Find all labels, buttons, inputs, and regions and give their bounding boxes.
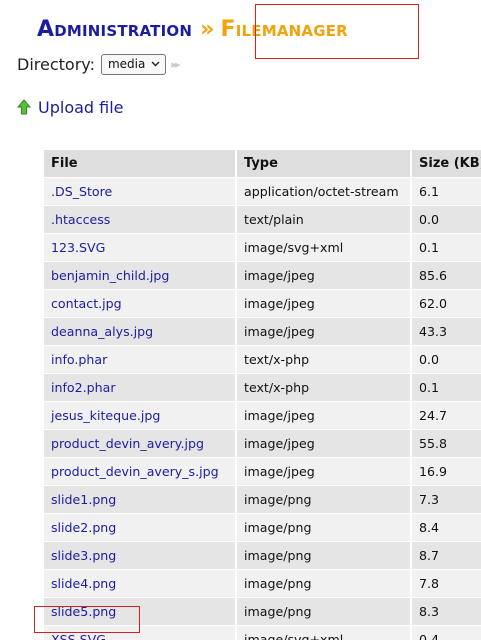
file-type: text/x-php bbox=[235, 373, 411, 402]
annotation-highlight-title bbox=[255, 4, 419, 59]
file-size: 8.3 bbox=[410, 597, 481, 626]
file-name-link[interactable]: 123.SVG bbox=[42, 233, 236, 262]
file-name-link[interactable]: benjamin_child.jpg bbox=[42, 261, 236, 290]
file-type: image/svg+xml bbox=[235, 625, 411, 640]
file-size: 62.0 bbox=[410, 289, 481, 318]
file-size: 8.4 bbox=[410, 513, 481, 542]
table-row: .htaccess text/plain 0.0 bbox=[42, 205, 481, 234]
file-size: 24.7 bbox=[410, 401, 481, 430]
file-type: text/plain bbox=[235, 205, 411, 234]
file-name-link[interactable]: product_devin_avery.jpg bbox=[42, 429, 236, 458]
breadcrumb-administration-link[interactable]: Administration bbox=[37, 17, 192, 42]
upload-arrow-icon bbox=[16, 99, 32, 115]
file-name-link[interactable]: deanna_alys.jpg bbox=[42, 317, 236, 346]
file-table-container: File Type Size (KB) .DS_Store application… bbox=[42, 149, 481, 640]
file-table-body: .DS_Store application/octet-stream 6.1 .hta… bbox=[42, 177, 481, 640]
table-row: jesus_kiteque.jpg image/jpeg 24.7 bbox=[42, 401, 481, 430]
table-row: benjamin_child.jpg image/jpeg 85.6 bbox=[42, 261, 481, 290]
upload-file-link[interactable]: Upload file bbox=[38, 98, 124, 117]
file-size: 16.9 bbox=[410, 457, 481, 486]
file-type: image/svg+xml bbox=[235, 233, 411, 262]
file-type: image/png bbox=[235, 485, 411, 514]
upload-file-row[interactable]: Upload file bbox=[16, 96, 124, 118]
file-size: 0.1 bbox=[410, 233, 481, 262]
file-size: 0.0 bbox=[410, 205, 481, 234]
table-row: slide4.png image/png 7.8 bbox=[42, 569, 481, 598]
table-row: .DS_Store application/octet-stream 6.1 bbox=[42, 177, 481, 206]
file-size: 6.1 bbox=[410, 177, 481, 206]
file-size: 0.4 bbox=[410, 625, 481, 640]
filemanager-page: Administration» Filemanager Directory: me… bbox=[0, 0, 481, 640]
column-header-file[interactable]: File bbox=[42, 149, 236, 178]
file-type: application/octet-stream bbox=[235, 177, 411, 206]
file-name-link[interactable]: info.phar bbox=[42, 345, 236, 374]
file-size: 43.3 bbox=[410, 317, 481, 346]
file-type: image/jpeg bbox=[235, 261, 411, 290]
directory-label: Directory: bbox=[17, 54, 95, 74]
file-type: image/jpeg bbox=[235, 289, 411, 318]
chevron-down-icon bbox=[151, 59, 160, 70]
file-name-link[interactable]: .htaccess bbox=[42, 205, 236, 234]
directory-go-icon[interactable]: ▸▸ bbox=[171, 58, 180, 71]
table-row: slide3.png image/png 8.7 bbox=[42, 541, 481, 570]
file-size: 55.8 bbox=[410, 429, 481, 458]
file-type: text/x-php bbox=[235, 345, 411, 374]
table-row: contact.jpg image/jpeg 62.0 bbox=[42, 289, 481, 318]
file-name-link[interactable]: .DS_Store bbox=[42, 177, 236, 206]
file-type: image/jpeg bbox=[235, 429, 411, 458]
file-table: File Type Size (KB) .DS_Store application… bbox=[42, 149, 481, 640]
file-type: image/png bbox=[235, 513, 411, 542]
directory-select[interactable]: media bbox=[100, 53, 167, 75]
column-header-size[interactable]: Size (KB) bbox=[410, 149, 481, 178]
table-row: product_devin_avery.jpg image/jpeg 55.8 bbox=[42, 429, 481, 458]
directory-selector-row: Directory: media ▸▸ bbox=[17, 53, 180, 75]
file-name-link[interactable]: slide3.png bbox=[42, 541, 236, 570]
table-row: info.phar text/x-php 0.0 bbox=[42, 345, 481, 374]
file-name-link[interactable]: slide1.png bbox=[42, 485, 236, 514]
file-name-link[interactable]: slide4.png bbox=[42, 569, 236, 598]
file-size: 85.6 bbox=[410, 261, 481, 290]
file-type: image/jpeg bbox=[235, 401, 411, 430]
file-type: image/png bbox=[235, 569, 411, 598]
file-name-link[interactable]: info2.phar bbox=[42, 373, 236, 402]
file-type: image/jpeg bbox=[235, 317, 411, 346]
file-type: image/png bbox=[235, 597, 411, 626]
table-header-row: File Type Size (KB) bbox=[42, 149, 481, 178]
file-type: image/jpeg bbox=[235, 457, 411, 486]
annotation-highlight-xss-file bbox=[34, 606, 140, 633]
table-row: info2.phar text/x-php 0.1 bbox=[42, 373, 481, 402]
breadcrumb-separator: » bbox=[200, 17, 215, 42]
file-name-link[interactable]: jesus_kiteque.jpg bbox=[42, 401, 236, 430]
table-row: slide1.png image/png 7.3 bbox=[42, 485, 481, 514]
file-size: 7.8 bbox=[410, 569, 481, 598]
file-size: 0.1 bbox=[410, 373, 481, 402]
table-row: product_devin_avery_s.jpg image/jpeg 16.9 bbox=[42, 457, 481, 486]
table-row: slide2.png image/png 8.4 bbox=[42, 513, 481, 542]
column-header-type[interactable]: Type bbox=[235, 149, 411, 178]
file-size: 8.7 bbox=[410, 541, 481, 570]
file-name-link[interactable]: product_devin_avery_s.jpg bbox=[42, 457, 236, 486]
file-type: image/png bbox=[235, 541, 411, 570]
file-size: 0.0 bbox=[410, 345, 481, 374]
table-row: deanna_alys.jpg image/jpeg 43.3 bbox=[42, 317, 481, 346]
directory-select-value: media bbox=[107, 57, 146, 71]
table-row: 123.SVG image/svg+xml 0.1 bbox=[42, 233, 481, 262]
file-name-link[interactable]: slide2.png bbox=[42, 513, 236, 542]
file-name-link[interactable]: contact.jpg bbox=[42, 289, 236, 318]
file-size: 7.3 bbox=[410, 485, 481, 514]
